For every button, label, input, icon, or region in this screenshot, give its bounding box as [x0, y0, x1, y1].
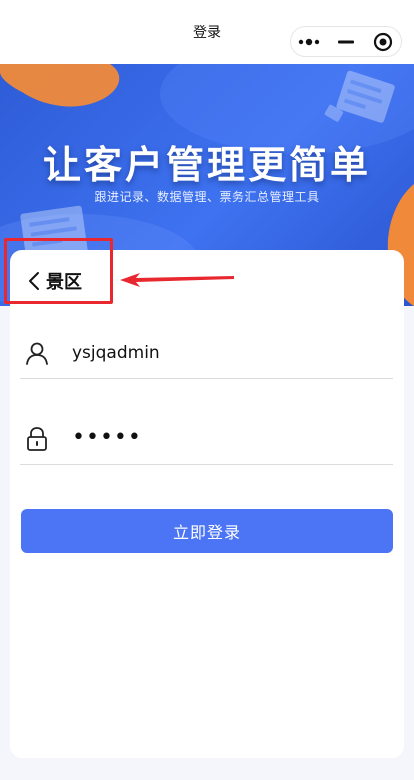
minimize-icon[interactable] [328, 27, 365, 56]
login-card: 景区 [10, 250, 404, 758]
username-field[interactable]: ysjqadmin [20, 328, 393, 379]
target-close-icon[interactable] [364, 27, 401, 56]
lock-icon [22, 424, 52, 454]
password-value: ••••• [72, 424, 142, 450]
top-nav-bar: 登录 [0, 0, 414, 64]
banner-subtitle: 跟进记录、数据管理、票务汇总管理工具 [94, 190, 320, 204]
password-field[interactable]: ••••• [20, 414, 393, 465]
login-button[interactable]: 立即登录 [21, 509, 393, 553]
red-arrow-annotation [120, 273, 234, 287]
mini-program-capsule [290, 26, 402, 57]
more-dots-icon[interactable] [291, 27, 328, 56]
highlight-box [4, 238, 113, 304]
username-value: ysjqadmin [72, 343, 160, 363]
user-icon [22, 338, 52, 368]
banner-title: 让客户管理更简单 [42, 143, 371, 187]
